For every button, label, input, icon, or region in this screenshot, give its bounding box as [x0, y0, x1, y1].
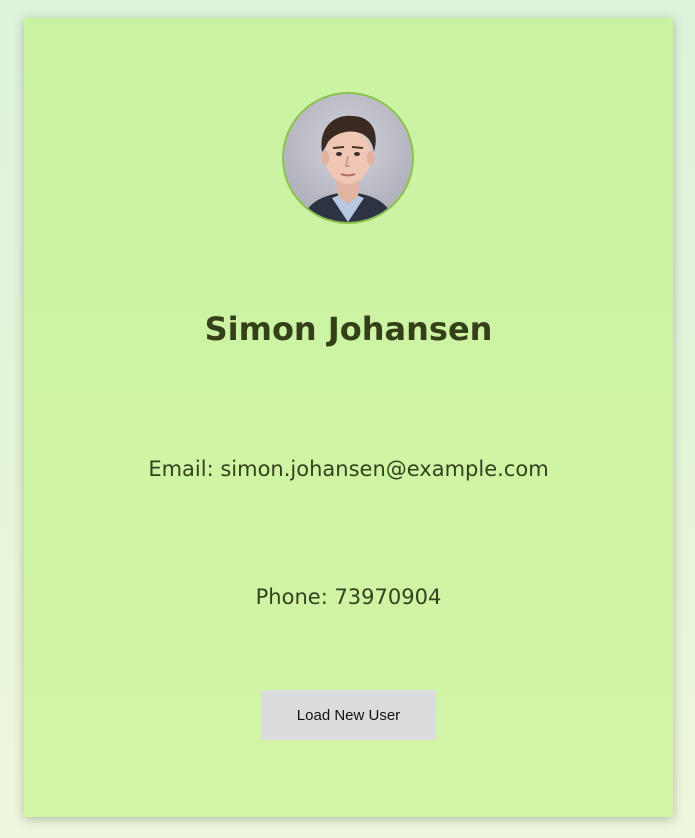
- user-photo-icon: [284, 94, 412, 222]
- user-avatar: [282, 92, 414, 224]
- user-name: Simon Johansen: [204, 310, 493, 348]
- load-new-user-button[interactable]: Load New User: [261, 690, 436, 740]
- user-card: Simon Johansen Email: simon.johansen@exa…: [24, 18, 673, 817]
- user-phone: Phone: 73970904: [255, 585, 442, 609]
- user-email: Email: simon.johansen@example.com: [148, 457, 549, 481]
